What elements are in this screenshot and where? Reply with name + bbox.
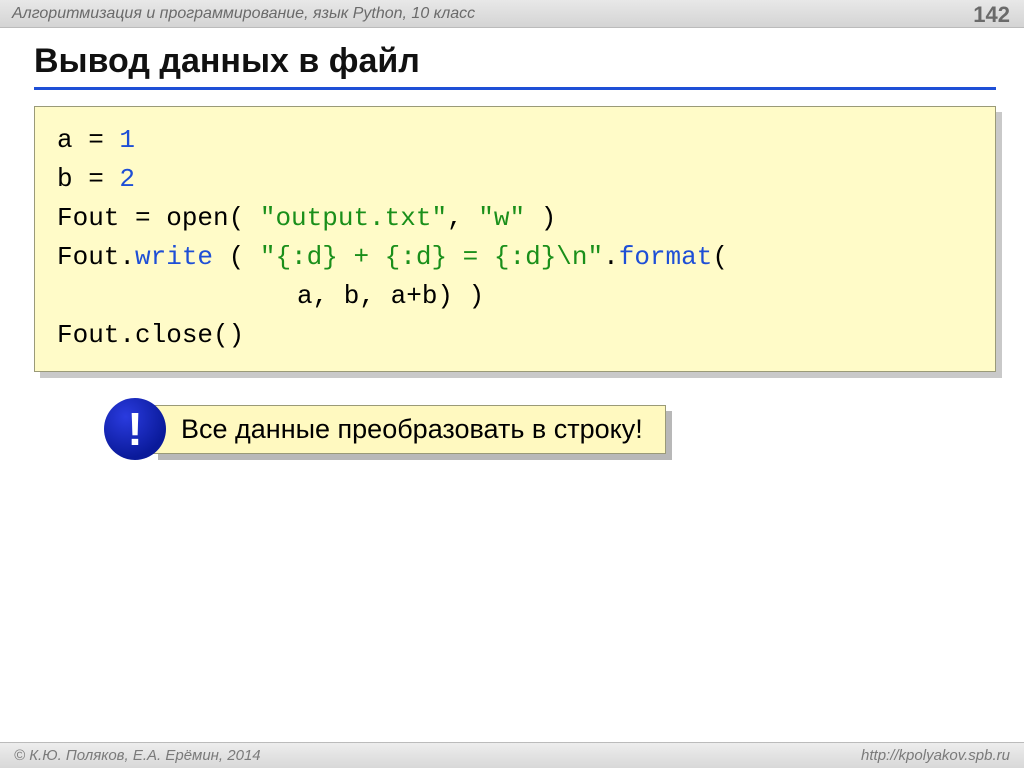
code-line-1: a = 1 (57, 121, 973, 160)
code-line-5: a, b, a+b) ) (57, 277, 973, 316)
code-line-3: Fout = open( "output.txt", "w" ) (57, 199, 973, 238)
code-line-2: b = 2 (57, 160, 973, 199)
header-bar: Алгоритмизация и программирование, язык … (0, 0, 1024, 28)
note-row: ! Все данные преобразовать в строку! (104, 398, 996, 460)
code-content: a = 1 b = 2 Fout = open( "output.txt", "… (34, 106, 996, 372)
note-text: Все данные преобразовать в строку! (152, 405, 666, 454)
footer-copyright: © К.Ю. Поляков, Е.А. Ерёмин, 2014 (14, 747, 261, 764)
exclamation-badge-icon: ! (104, 398, 166, 460)
footer-bar: © К.Ю. Поляков, Е.А. Ерёмин, 2014 http:/… (0, 742, 1024, 768)
page-number: 142 (973, 2, 1010, 28)
breadcrumb: Алгоритмизация и программирование, язык … (12, 5, 475, 23)
code-line-4: Fout.write ( "{:d} + {:d} = {:d}\n".form… (57, 238, 973, 277)
note-bar: Все данные преобразовать в строку! (152, 405, 666, 454)
code-line-6: Fout.close() (57, 316, 973, 355)
footer-url: http://kpolyakov.spb.ru (861, 747, 1010, 764)
slide-content: Вывод данных в файл a = 1 b = 2 Fout = o… (0, 28, 1024, 460)
code-block: a = 1 b = 2 Fout = open( "output.txt", "… (34, 106, 996, 372)
page-title: Вывод данных в файл (34, 42, 996, 90)
